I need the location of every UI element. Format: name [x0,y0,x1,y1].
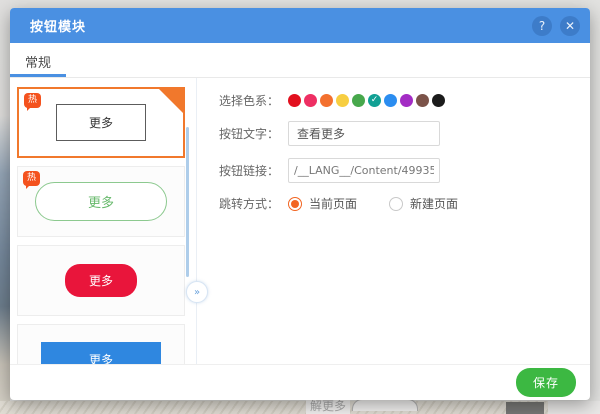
radio-icon [389,197,403,211]
radio-icon [288,197,302,211]
style-preview-green-pill[interactable]: 热 更多 [17,166,185,237]
button-link-row: 按钮链接： [215,158,590,183]
tab-active-underline [10,74,66,77]
color-swatch[interactable] [288,94,301,107]
button-module-dialog: 按钮模块 ? ✕ 常规 热 ✓ 更多 热 更多 更多 更多 [10,8,590,400]
help-icon[interactable]: ? [532,16,552,36]
close-icon[interactable]: ✕ [560,16,580,36]
button-text-row: 按钮文字： [215,121,590,146]
button-link-input[interactable] [288,158,440,183]
color-swatch[interactable] [352,94,365,107]
color-swatch[interactable] [320,94,333,107]
color-swatch[interactable] [400,94,413,107]
tab-general[interactable]: 常规 [25,52,51,71]
radio-new-page[interactable]: 新建页面 [389,195,458,212]
style-preview-red-pill[interactable]: 更多 [17,245,185,316]
save-button[interactable]: 保存 [516,368,576,397]
jump-mode-row: 跳转方式： 当前页面 新建页面 [215,195,590,212]
button-text-label: 按钮文字： [215,125,279,142]
dialog-title: 按钮模块 [30,16,524,35]
dialog-body: 热 ✓ 更多 热 更多 更多 更多 » 选择色系： [10,78,590,364]
preview-button: 更多 [65,264,137,297]
radio-label: 新建页面 [410,195,458,212]
button-link-label: 按钮链接： [215,162,279,179]
scrollbar-thumb[interactable] [186,127,189,277]
radio-label: 当前页面 [309,195,357,212]
color-swatch-group: ✓ [288,94,445,107]
hot-badge: 热 [23,171,40,186]
style-preview-outline[interactable]: 热 ✓ 更多 [17,87,185,158]
style-preview-list: 热 ✓ 更多 热 更多 更多 更多 [10,78,197,364]
color-swatch[interactable] [336,94,349,107]
jump-mode-options: 当前页面 新建页面 [288,195,458,212]
color-scheme-label: 选择色系： [215,92,279,109]
collapse-panel-button[interactable]: » [186,281,208,303]
jump-mode-label: 跳转方式： [215,195,279,212]
preview-button: 更多 [56,104,146,141]
color-swatch[interactable] [304,94,317,107]
dialog-footer: 保存 [10,364,590,400]
color-swatch[interactable] [384,94,397,107]
hot-badge: 热 [24,93,41,108]
style-preview-blue-rect[interactable]: 更多 [17,324,185,364]
radio-current-page[interactable]: 当前页面 [288,195,357,212]
selected-corner [158,88,184,114]
color-scheme-row: 选择色系： ✓ [215,92,590,109]
dialog-header: 按钮模块 ? ✕ [10,8,590,43]
settings-form: 选择色系： ✓ 按钮文字： 按钮链接 [197,78,590,364]
color-swatch-selected[interactable]: ✓ [368,94,381,107]
preview-button: 更多 [41,342,161,364]
color-swatch[interactable] [432,94,445,107]
preview-button: 更多 [35,182,167,221]
check-icon: ✓ [371,96,379,105]
button-text-input[interactable] [288,121,440,146]
tab-bar: 常规 [10,43,590,78]
color-swatch[interactable] [416,94,429,107]
